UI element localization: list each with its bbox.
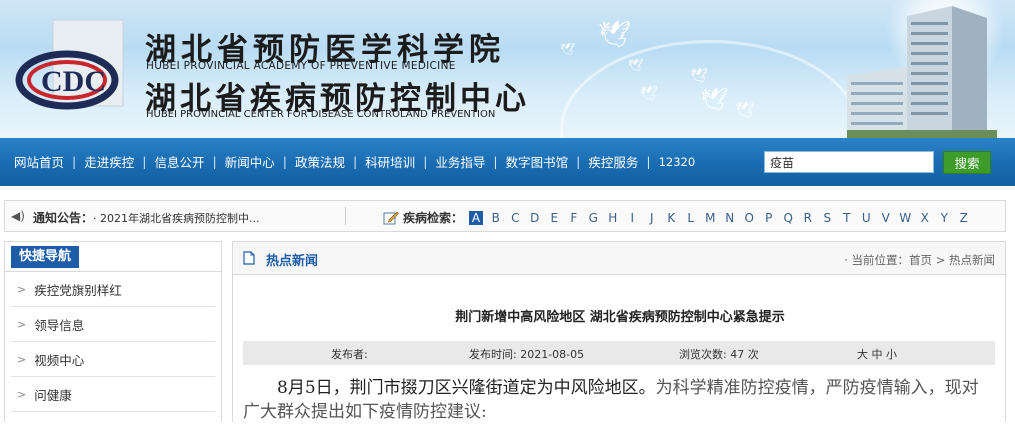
building-illustration <box>847 6 997 138</box>
cdc-logo: CDC <box>15 19 124 110</box>
divider <box>345 207 346 225</box>
dove-icon: 🕊 <box>700 88 728 113</box>
sidebar-item-leaders[interactable]: > 领导信息 <box>11 307 215 342</box>
nav-separator: | <box>576 154 581 169</box>
quick-nav-panel: 快捷导航 > 疾控党旗别样红 > 领导信息 > 视频中心 > 问健康 <box>4 241 222 422</box>
document-icon <box>243 251 255 265</box>
nav-menu: 网站首页 | 走进疾控 | 信息公开 | 新闻中心 | 政策法规 | 科研培训 … <box>14 152 695 171</box>
hot-news-panel: 热点新闻 · 当前位置：首页 > 热点新闻 荆门新增中高风险地区 湖北省疾病预防… <box>232 241 1006 422</box>
article-title: 荆门新增中高风险地区 湖北省疾病预防控制中心紧急提示 <box>455 310 785 325</box>
section-title: 热点新闻 <box>266 254 319 269</box>
notice-bar: ◀) 通知公告： · 2021年湖北省疾病预防控制中... 疾病检索： ABCD… <box>4 200 1006 232</box>
dove-icon: 🕊 <box>560 42 576 56</box>
letter-v[interactable]: V <box>876 211 896 225</box>
dove-icon: 🕊 <box>735 100 756 119</box>
chevron-right-icon: > <box>17 282 27 296</box>
letter-j[interactable]: J <box>642 211 662 225</box>
notice-label: 通知公告： <box>33 211 94 225</box>
hot-news-header: 热点新闻 · 当前位置：首页 > 热点新闻 <box>233 242 1005 275</box>
letter-r[interactable]: R <box>798 211 818 225</box>
nav-separator: | <box>282 154 287 169</box>
nav-item-hotline[interactable]: 12320 <box>659 155 696 169</box>
nav-separator: | <box>142 154 147 169</box>
letter-y[interactable]: Y <box>935 211 955 225</box>
academy-title-en: HUBEI PROVINCIAL ACADEMY OF PREVENTIVE M… <box>146 60 456 72</box>
breadcrumb[interactable]: · 当前位置：首页 > 热点新闻 <box>844 252 995 268</box>
chevron-right-icon: > <box>17 387 27 401</box>
letter-p[interactable]: P <box>759 211 779 225</box>
letter-s[interactable]: S <box>818 211 838 225</box>
nav-separator: | <box>423 154 428 169</box>
main-nav: 网站首页 | 走进疾控 | 信息公开 | 新闻中心 | 政策法规 | 科研培训 … <box>0 138 1015 186</box>
nav-separator: | <box>493 154 498 169</box>
sidebar-item-party[interactable]: > 疾控党旗别样红 <box>11 272 215 307</box>
nav-separator: | <box>212 154 217 169</box>
quick-nav-header: 快捷导航 <box>5 242 221 272</box>
letter-x[interactable]: X <box>915 211 935 225</box>
center-title-en: HUBEI PROVINCIAL CENTER FOR DISEASE CONT… <box>146 109 496 120</box>
letter-l[interactable]: L <box>681 211 701 225</box>
letter-o[interactable]: O <box>740 211 760 225</box>
letter-i[interactable]: I <box>623 211 643 225</box>
sidebar-item-label: 疾控党旗别样红 <box>34 282 122 298</box>
nav-separator: | <box>72 154 77 169</box>
speaker-icon: ◀) <box>11 209 25 223</box>
sidebar-item-label: 视频中心 <box>34 352 85 368</box>
dove-icon: 🕊 <box>640 86 658 102</box>
search-input[interactable] <box>764 151 934 173</box>
disease-search-label: 疾病检索： <box>403 211 464 225</box>
letter-a[interactable]: A <box>469 210 484 225</box>
nav-item-services[interactable]: 疾控服务 <box>588 152 638 171</box>
nav-item-news[interactable]: 新闻中心 <box>225 152 275 171</box>
letter-u[interactable]: U <box>857 211 877 225</box>
nav-item-about[interactable]: 走进疾控 <box>84 152 134 171</box>
letter-b[interactable]: B <box>486 211 506 225</box>
letter-g[interactable]: G <box>584 211 604 225</box>
sidebar-item-label: 问健康 <box>34 387 72 403</box>
svg-text:CDC: CDC <box>41 65 106 98</box>
chevron-right-icon: > <box>17 317 27 331</box>
disease-search: 疾病检索： ABCDEFGHIJKLMNOPQRSTUVWXYZ <box>383 209 974 226</box>
publisher-label: 发布者: <box>331 348 368 361</box>
nav-item-home[interactable]: 网站首页 <box>14 152 64 171</box>
letter-m[interactable]: M <box>701 211 721 225</box>
article-body: 8月5日，荆门市掇刀区兴隆街道定为中风险地区。为科学精准防控疫情，严防疫情输入，… <box>243 376 995 424</box>
edit-icon <box>383 211 399 224</box>
dove-icon: 🕊 <box>628 58 644 72</box>
publish-date: 发布时间: 2021-08-05 <box>469 348 585 361</box>
quick-nav-title: 快捷导航 <box>11 246 80 268</box>
letter-n[interactable]: N <box>720 211 740 225</box>
letter-z[interactable]: Z <box>954 211 974 225</box>
letter-index: ABCDEFGHIJKLMNOPQRSTUVWXYZ <box>469 210 974 225</box>
notice-link[interactable]: · 2021年湖北省疾病预防控制中... <box>93 210 259 226</box>
sidebar-item-health[interactable]: > 问健康 <box>11 377 215 412</box>
letter-w[interactable]: W <box>896 211 916 225</box>
article-lead: 8月5日，荆门市掇刀区兴隆街道定为中风险地区。 <box>277 378 656 398</box>
nav-item-guidance[interactable]: 业务指导 <box>435 152 485 171</box>
dove-icon: 🕊 <box>690 68 708 84</box>
search-button[interactable]: 搜索 <box>943 151 991 174</box>
chevron-right-icon: > <box>17 352 27 366</box>
site-banner: CDC 湖北省预防医学科学院 HUBEI PROVINCIAL ACADEMY … <box>0 0 1015 138</box>
dove-icon: 🕊 <box>598 20 632 50</box>
letter-f[interactable]: F <box>564 211 584 225</box>
view-count: 浏览次数: 47 次 <box>679 348 759 361</box>
sidebar-item-label: 领导信息 <box>34 317 85 333</box>
letter-q[interactable]: Q <box>779 211 799 225</box>
letter-d[interactable]: D <box>525 211 545 225</box>
article-meta: 发布者: 发布时间: 2021-08-05 浏览次数: 47 次 大 中 小 <box>243 341 995 365</box>
nav-item-library[interactable]: 数字图书馆 <box>506 152 569 171</box>
font-size-switch[interactable]: 大 中 小 <box>857 346 897 362</box>
nav-separator: | <box>646 154 651 169</box>
letter-h[interactable]: H <box>603 211 623 225</box>
sidebar-item-video[interactable]: > 视频中心 <box>11 342 215 377</box>
letter-t[interactable]: T <box>837 211 857 225</box>
letter-e[interactable]: E <box>545 211 565 225</box>
letter-c[interactable]: C <box>506 211 526 225</box>
nav-item-policy[interactable]: 政策法规 <box>295 152 345 171</box>
nav-separator: | <box>352 154 358 169</box>
nav-item-disclosure[interactable]: 信息公开 <box>154 152 204 171</box>
nav-item-research[interactable]: 科研培训 <box>365 152 415 171</box>
letter-k[interactable]: K <box>662 211 682 225</box>
